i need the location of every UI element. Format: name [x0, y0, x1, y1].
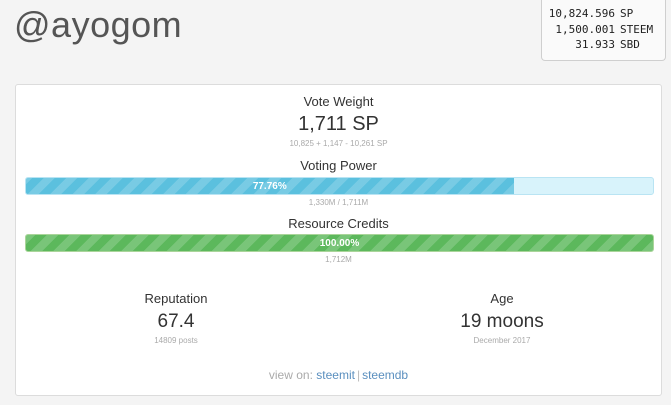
balance-amount: 31.933 [575, 38, 615, 51]
balance-steem: 1,500.001 STEEM [542, 22, 658, 38]
voting-power-fill: 77.76% [26, 178, 514, 194]
username-title: @ayogom [14, 4, 183, 45]
voting-power-bar: 77.76% [25, 177, 654, 195]
voting-power-detail: 1,330M / 1,711M [308, 198, 369, 207]
vote-weight-label: Vote Weight [303, 94, 374, 109]
balance-sp: 10,824.596 SP [542, 6, 658, 22]
steemdb-link[interactable]: steemdb [362, 368, 408, 382]
resource-credits-fill: 100.00% [26, 235, 653, 251]
balance-unit: SBD [620, 38, 640, 51]
reputation-label: Reputation [144, 291, 208, 306]
vote-weight-detail: 10,825 + 1,147 - 10,261 SP [289, 139, 388, 148]
balance-unit: SP [620, 7, 634, 20]
age-date: December 2017 [473, 336, 531, 345]
voting-power-label: Voting Power [300, 158, 377, 173]
wallet-balances: 10,824.596 SP 1,500.001 STEEM 31.933 SBD [541, 0, 666, 61]
reputation-value: 67.4 [157, 311, 195, 332]
balance-amount: 10,824.596 [548, 7, 615, 20]
balance-amount: 1,500.001 [555, 22, 615, 36]
resource-credits-percent: 100.00% [319, 237, 360, 249]
resource-credits-detail: 1,712M [325, 255, 352, 264]
profile-page: @ayogom 10,824.596 SP 1,500.001 STEEM 31.9… [0, 0, 671, 405]
view-on-label: view on: [268, 368, 313, 382]
vote-weight-value: 1,711 SP [298, 113, 379, 135]
resource-credits-label: Resource Credits [288, 216, 389, 231]
balance-sbd: 31.933 SBD [542, 37, 658, 53]
link-separator: | [356, 368, 361, 382]
balance-unit: STEEM [620, 22, 654, 36]
view-on-links: view on: steemit | steemdb [16, 368, 661, 382]
age-label: Age [490, 291, 514, 306]
voting-power-percent: 77.76% [252, 180, 287, 192]
account-stats-card: Vote Weight 1,711 SP 10,825 + 1,147 - 10… [15, 84, 662, 396]
resource-credits-bar: 100.00% [25, 234, 654, 252]
age-value: 19 moons [460, 311, 544, 332]
reputation-posts: 14809 posts [154, 336, 198, 345]
steemit-link[interactable]: steemit [316, 368, 355, 382]
